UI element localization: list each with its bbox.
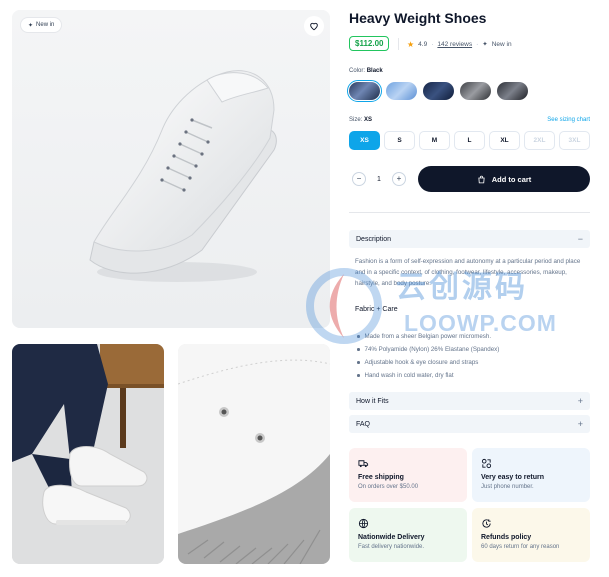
- star-icon: ★: [407, 39, 415, 49]
- size-option-s[interactable]: S: [384, 131, 415, 150]
- description-text: Fashion is a form of self-expression and…: [355, 258, 581, 287]
- globe-icon: [358, 517, 458, 529]
- badge-label: New in: [36, 22, 55, 28]
- price-badge: $112.00: [349, 36, 390, 51]
- size-option-m[interactable]: M: [419, 131, 450, 150]
- size-option-xl[interactable]: XL: [489, 131, 520, 150]
- product-title: Heavy Weight Shoes: [349, 10, 487, 26]
- size-options: XS S M L XL 2XL 3XL: [349, 131, 590, 150]
- color-swatch-black[interactable]: [346, 79, 383, 103]
- accordion-description-header[interactable]: Description −: [349, 230, 590, 248]
- size-option-l[interactable]: L: [454, 131, 485, 150]
- lifestyle-photo: [12, 344, 164, 564]
- size-option-2xl[interactable]: 2XL: [524, 131, 555, 150]
- white-sneaker-image: [12, 10, 330, 328]
- feature-title: Nationwide Delivery: [358, 534, 425, 541]
- refund-icon: [481, 517, 581, 529]
- expand-icon: +: [577, 419, 583, 429]
- list-item: Hand wash in cold water, dry flat: [357, 369, 499, 382]
- dot-separator: ·: [431, 40, 434, 48]
- add-to-cart-label: Add to cart: [491, 174, 532, 184]
- color-swatch-grey[interactable]: [460, 82, 491, 100]
- return-icon: [481, 457, 581, 469]
- color-label-text: Color:: [349, 68, 366, 74]
- collapse-icon: −: [577, 234, 583, 244]
- color-swatch-light-blue[interactable]: [386, 82, 417, 100]
- rating-value: 4.9: [418, 40, 428, 48]
- fabric-care-title: Fabric + Care: [355, 306, 398, 313]
- sizing-chart-link[interactable]: See sizing chart: [547, 117, 590, 123]
- expand-icon: +: [577, 396, 583, 406]
- feature-card-free-shipping: Free shipping On orders over $50.00: [349, 448, 467, 502]
- size-option-3xl[interactable]: 3XL: [559, 131, 590, 150]
- fabric-care-list: Made from a sheer Belgian power micromes…: [357, 330, 500, 382]
- sparkle-icon: ✦: [482, 41, 488, 48]
- feature-subtitle: Just phone number.: [481, 484, 534, 490]
- list-item: 74% Polyamide (Nylon) 26% Elastane (Span…: [357, 343, 500, 356]
- feature-subtitle: 60 days return for any reason: [481, 544, 560, 550]
- product-image-detail[interactable]: [178, 344, 330, 564]
- feature-title: Very easy to return: [481, 474, 545, 481]
- divider: [349, 212, 590, 213]
- heart-icon: [310, 22, 318, 31]
- size-label-text: Size:: [349, 117, 363, 123]
- reviews-link[interactable]: 142 reviews: [437, 41, 472, 48]
- accordion-title: How it Fits: [356, 397, 389, 405]
- list-item: Made from a sheer Belgian power micromes…: [357, 330, 499, 343]
- closeup-photo: [178, 344, 330, 564]
- increase-quantity-button[interactable]: +: [392, 172, 406, 186]
- feature-subtitle: Fast delivery nationwide.: [358, 544, 425, 550]
- quantity-stepper: − 1 +: [349, 166, 409, 192]
- color-label: Color: Black: [349, 68, 383, 74]
- quantity-value[interactable]: 1: [377, 176, 381, 183]
- accordion-title: Description: [356, 235, 392, 243]
- status-text: New in: [491, 40, 512, 48]
- feature-subtitle: On orders over $50.00: [358, 484, 419, 490]
- color-swatch-charcoal[interactable]: [497, 82, 528, 100]
- sparkle-icon: ✦: [28, 22, 34, 29]
- accordion-title: FAQ: [356, 420, 371, 428]
- color-swatch-navy[interactable]: [423, 82, 454, 100]
- main-product-image[interactable]: ✦ New in: [12, 10, 330, 328]
- truck-icon: [358, 457, 458, 469]
- add-to-cart-button[interactable]: Add to cart: [418, 166, 590, 192]
- feature-card-nationwide-delivery: Nationwide Delivery Fast delivery nation…: [349, 508, 467, 562]
- feature-card-refunds-policy: Refunds policy 60 days return for any re…: [472, 508, 590, 562]
- product-image-on-feet[interactable]: [12, 344, 164, 564]
- decrease-quantity-button[interactable]: −: [352, 172, 366, 186]
- accordion-faq-header[interactable]: FAQ +: [349, 415, 590, 433]
- bag-icon: [478, 175, 485, 183]
- wishlist-button[interactable]: [304, 16, 324, 36]
- size-label: Size: XS: [349, 117, 372, 123]
- new-in-badge: ✦ New in: [21, 18, 62, 32]
- rating-row: ★ 4.9 · 142 reviews · ✦ New in: [398, 37, 512, 51]
- color-swatches: [346, 79, 528, 103]
- color-selected: Black: [366, 68, 383, 74]
- feature-card-easy-return: Very easy to return Just phone number.: [472, 448, 590, 502]
- dot-separator: ·: [476, 40, 479, 48]
- size-selected: XS: [364, 117, 373, 123]
- feature-title: Refunds policy: [481, 534, 532, 541]
- divider: [398, 38, 399, 50]
- accordion-how-it-fits-header[interactable]: How it Fits +: [349, 392, 590, 410]
- list-item: Adjustable hook & eye closure and straps: [357, 356, 499, 369]
- feature-title: Free shipping: [358, 474, 404, 481]
- size-option-xs[interactable]: XS: [349, 131, 380, 150]
